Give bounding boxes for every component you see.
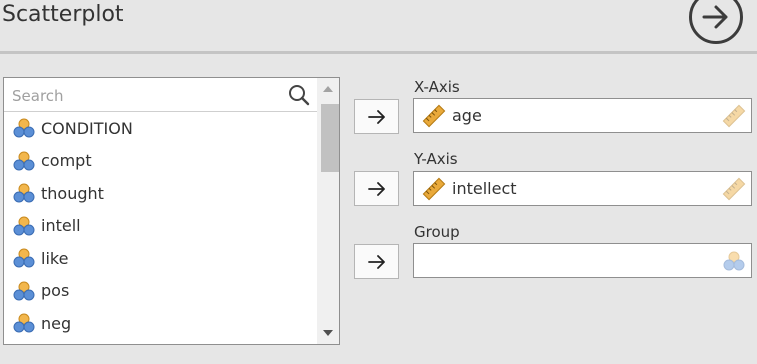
- move-to-x-axis-button[interactable]: [354, 99, 399, 134]
- list-item[interactable]: neg: [4, 307, 317, 340]
- list-item[interactable]: compt: [4, 145, 317, 178]
- triangle-down-icon: [323, 330, 333, 336]
- move-to-y-axis-button[interactable]: [354, 171, 399, 206]
- arrow-right-icon: [367, 181, 385, 196]
- search-bar: [4, 78, 317, 112]
- y-axis-value: intellect: [452, 179, 517, 198]
- continuous-type-icon: [722, 177, 746, 201]
- search-icon[interactable]: [288, 84, 310, 106]
- run-analysis-button[interactable]: [689, 0, 743, 44]
- arrow-right-icon: [702, 5, 728, 29]
- continuous-type-icon: [722, 104, 746, 128]
- list-item[interactable]: CONDITION: [4, 112, 317, 145]
- list-item[interactable]: pos: [4, 275, 317, 308]
- nominal-variable-icon: [12, 312, 36, 334]
- scroll-thumb[interactable]: [321, 104, 339, 172]
- list-item[interactable]: like: [4, 242, 317, 275]
- nominal-type-icon: [723, 251, 745, 271]
- triangle-up-icon: [323, 86, 333, 92]
- nominal-variable-icon: [12, 215, 36, 237]
- variable-list[interactable]: CONDITION compt thought intell like: [3, 77, 340, 345]
- nominal-variable-icon: [12, 182, 36, 204]
- y-axis-label: Y-Axis: [414, 150, 458, 168]
- variable-label: thought: [41, 183, 104, 203]
- arrow-right-icon: [367, 254, 385, 269]
- list-item[interactable]: thought: [4, 177, 317, 210]
- arrow-right-icon: [367, 109, 385, 124]
- ruler-icon: [422, 177, 446, 201]
- x-axis-value: age: [452, 106, 482, 125]
- scroll-up-button[interactable]: [317, 78, 339, 100]
- page-title: Scatterplot: [2, 2, 124, 27]
- move-to-group-button[interactable]: [354, 244, 399, 279]
- variable-items: CONDITION compt thought intell like pos …: [4, 112, 317, 340]
- variable-label: CONDITION: [41, 118, 133, 138]
- x-axis-field[interactable]: age: [413, 98, 752, 133]
- scroll-down-button[interactable]: [317, 322, 339, 344]
- group-label: Group: [414, 223, 460, 241]
- variable-label: pos: [41, 281, 70, 301]
- y-axis-field[interactable]: intellect: [413, 171, 752, 206]
- variable-label: compt: [41, 151, 92, 171]
- list-item[interactable]: intell: [4, 210, 317, 243]
- nominal-variable-icon: [12, 280, 36, 302]
- nominal-variable-icon: [12, 117, 36, 139]
- variable-label: like: [41, 248, 69, 268]
- search-input[interactable]: [10, 83, 284, 109]
- variable-label: neg: [41, 313, 72, 333]
- x-axis-label: X-Axis: [414, 78, 460, 96]
- header-divider: [0, 51, 757, 54]
- group-field[interactable]: [413, 243, 752, 278]
- variable-label: intell: [41, 216, 81, 236]
- nominal-variable-icon: [12, 247, 36, 269]
- scrollbar[interactable]: [317, 78, 339, 344]
- ruler-icon: [422, 104, 446, 128]
- nominal-variable-icon: [12, 150, 36, 172]
